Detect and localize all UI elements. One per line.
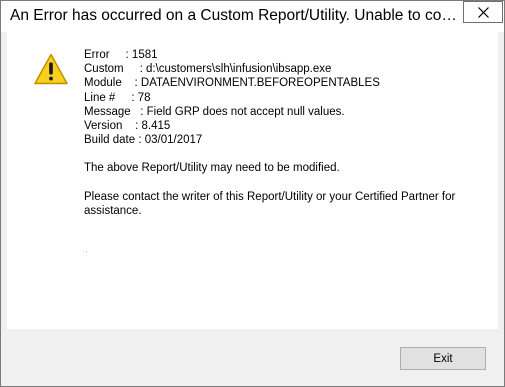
warning-icon	[34, 53, 68, 85]
field-label: Line #	[84, 91, 132, 104]
field-value: : Field GRP does not accept null values.	[140, 105, 345, 118]
contact-note: Please contact the writer of this Report…	[84, 190, 456, 217]
stray-dot	[86, 251, 87, 252]
custom-row: Custom : d:\customers\slh\infusion\ibsap…	[84, 62, 489, 76]
field-value: : 1581	[125, 49, 158, 61]
button-bar: Exit	[1, 329, 504, 386]
window-title: An Error has occurred on a Custom Report…	[10, 7, 458, 24]
error-details: Error : 1581 Custom : d:\customers\slh\i…	[84, 48, 489, 218]
error-dialog: An Error has occurred on a Custom Report…	[0, 0, 505, 387]
message-row: Message : Field GRP does not accept null…	[84, 105, 489, 119]
field-value: : 03/01/2017	[138, 134, 203, 147]
message-area: Error : 1581 Custom : d:\customers\slh\i…	[7, 32, 498, 329]
field-label: Build date	[84, 134, 139, 147]
version-row: Version : 8.415	[84, 119, 489, 133]
close-button[interactable]	[463, 1, 503, 23]
field-label: Module	[84, 77, 135, 90]
field-label: Custom	[84, 63, 140, 76]
field-value: : d:\customers\slh\infusion\ibsapp.exe	[139, 63, 332, 76]
close-icon	[478, 7, 489, 18]
error-row: Error : 1581	[84, 48, 489, 62]
exit-button[interactable]: Exit	[400, 347, 486, 370]
field-label: Error	[84, 49, 126, 61]
field-label: Version	[84, 120, 136, 133]
module-row: Module : DATAENVIRONMENT.BEFOREOPENTABLE…	[84, 76, 489, 90]
field-value: : 8.415	[135, 120, 171, 133]
line-row: Line # : 78	[84, 91, 489, 105]
field-value: : 78	[131, 91, 151, 104]
build-date-row: Build date : 03/01/2017	[84, 133, 489, 147]
modify-note: The above Report/Utility may need to be …	[84, 162, 340, 175]
title-bar[interactable]: An Error has occurred on a Custom Report…	[1, 1, 504, 32]
field-label: Message	[84, 105, 141, 118]
field-value: : DATAENVIRONMENT.BEFOREOPENTABLES	[134, 77, 380, 90]
